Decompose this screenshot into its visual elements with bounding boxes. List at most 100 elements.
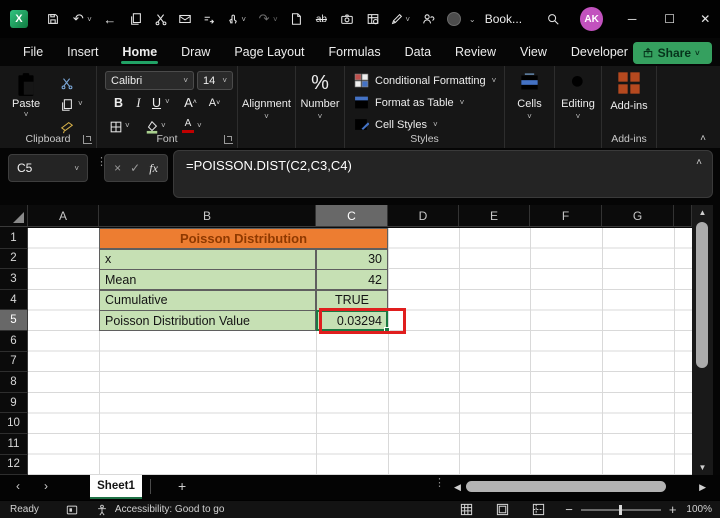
accessibility-icon[interactable]	[91, 502, 113, 517]
accessibility-status[interactable]: Accessibility: Good to go	[115, 504, 225, 515]
back-arrow-icon[interactable]: ←	[101, 10, 119, 28]
scroll-right-icon[interactable]: ▶	[699, 482, 706, 493]
column-header-d[interactable]: D	[388, 205, 459, 226]
tab-draw[interactable]: Draw	[170, 40, 221, 65]
table-properties-icon[interactable]	[364, 10, 382, 28]
horizontal-scrollbar-thumb[interactable]	[466, 481, 666, 492]
column-header-c[interactable]: C	[316, 205, 388, 226]
borders-dropdown-icon[interactable]: ˅	[125, 121, 130, 130]
cell-b3-label[interactable]: Mean	[99, 269, 316, 291]
collapse-ribbon-icon[interactable]: ˄	[700, 133, 706, 144]
normal-view-icon[interactable]	[455, 502, 477, 517]
column-header-e[interactable]: E	[459, 205, 530, 226]
cut-icon[interactable]	[58, 74, 76, 92]
tab-home[interactable]: Home	[111, 40, 168, 65]
row-header-2[interactable]: 2	[0, 248, 28, 270]
touch-mode-icon[interactable]	[224, 10, 242, 28]
group-cells[interactable]: Cells ˅	[505, 66, 555, 148]
copy-icon[interactable]	[127, 10, 145, 28]
people-permissions-icon[interactable]	[419, 10, 437, 28]
horizontal-scrollbar[interactable]: ◀ ▶	[452, 479, 708, 495]
share-button[interactable]: Share ˅	[632, 42, 712, 64]
enter-formula-icon[interactable]: ✓	[130, 161, 140, 175]
name-box[interactable]: C5 ˅	[8, 154, 88, 182]
row-header-10[interactable]: 10	[0, 413, 28, 434]
row-header-8[interactable]: 8	[0, 372, 28, 393]
zoom-in-button[interactable]: +	[669, 502, 677, 517]
font-dialog-launcher-icon[interactable]	[224, 135, 233, 144]
find-replace-icon[interactable]	[200, 10, 218, 28]
email-icon[interactable]	[176, 10, 194, 28]
row-header-3[interactable]: 3	[0, 269, 28, 290]
copy-dropdown-icon[interactable]: ˅	[78, 99, 83, 108]
underline-dropdown-icon[interactable]: ˅	[165, 97, 170, 106]
undo-icon[interactable]: ↶	[69, 10, 87, 28]
insert-function-icon[interactable]: fx	[149, 161, 158, 176]
group-alignment[interactable]: Alignment ˅	[238, 66, 296, 148]
fill-color-dropdown-icon[interactable]: ˅	[161, 121, 166, 130]
tab-page-layout[interactable]: Page Layout	[223, 40, 315, 65]
page-layout-view-icon[interactable]	[491, 502, 513, 517]
cell-b4-label[interactable]: Cumulative	[99, 289, 316, 311]
copy-icon[interactable]	[58, 96, 76, 114]
cancel-formula-icon[interactable]: ×	[114, 161, 121, 175]
tab-insert[interactable]: Insert	[56, 40, 109, 65]
redo-icon[interactable]: ↷	[255, 10, 273, 28]
redo-dropdown-icon[interactable]: ˅	[273, 15, 281, 24]
add-sheet-button[interactable]: +	[178, 478, 186, 494]
camera-icon[interactable]	[338, 10, 356, 28]
sheet-tab-sheet1[interactable]: Sheet1	[90, 475, 142, 499]
row-header-11[interactable]: 11	[0, 433, 28, 455]
touch-mode-dropdown-icon[interactable]: ˅	[241, 15, 249, 24]
group-number[interactable]: % Number ˅	[296, 66, 345, 148]
excel-logo-icon[interactable]: X	[10, 10, 28, 28]
search-icon[interactable]	[544, 10, 562, 28]
zoom-level[interactable]: 100%	[686, 504, 712, 515]
scroll-up-icon[interactable]: ▲	[692, 208, 713, 217]
vertical-scrollbar-thumb[interactable]	[696, 222, 708, 368]
tab-view[interactable]: View	[509, 40, 558, 65]
italic-button[interactable]: I	[129, 94, 148, 112]
zoom-out-button[interactable]: −	[565, 502, 573, 517]
row-header-1[interactable]: 1	[0, 228, 28, 249]
sheetbar-grip-icon[interactable]: ⋮	[434, 478, 445, 489]
shrink-font-button[interactable]: A ˅	[205, 94, 224, 112]
formula-bar[interactable]: =POISSON.DIST(C2,C3,C4) ˄	[173, 150, 713, 198]
column-header-a[interactable]: A	[28, 205, 99, 226]
new-file-icon[interactable]	[287, 10, 305, 28]
paste-button[interactable]: Paste ˅	[12, 72, 40, 119]
undo-dropdown-icon[interactable]: ˅	[87, 15, 95, 24]
tab-review[interactable]: Review	[444, 40, 507, 65]
draft-pen-icon[interactable]	[388, 10, 406, 28]
bold-button[interactable]: B	[109, 94, 128, 112]
cell-b2-label[interactable]: x	[99, 248, 316, 270]
zoom-slider[interactable]	[580, 504, 661, 515]
cell-b1-table-title[interactable]: Poisson Distribution	[99, 228, 388, 249]
save-icon[interactable]	[44, 10, 62, 28]
cut-icon[interactable]	[152, 10, 170, 28]
font-name-select[interactable]: Calibri ˅	[105, 71, 194, 90]
tab-formulas[interactable]: Formulas	[318, 40, 392, 65]
column-header-b[interactable]: B	[99, 205, 316, 226]
row-header-5[interactable]: 5	[0, 310, 28, 331]
tab-data[interactable]: Data	[394, 40, 442, 65]
vertical-scrollbar[interactable]: ▲ ▼	[692, 205, 713, 475]
select-all-corner[interactable]	[0, 205, 28, 226]
format-as-table-button[interactable]: Format as Table ˅	[345, 92, 464, 113]
row-header-7[interactable]: 7	[0, 351, 28, 373]
tab-developer[interactable]: Developer	[560, 40, 639, 65]
scroll-left-icon[interactable]: ◀	[454, 482, 461, 493]
scroll-down-icon[interactable]: ▼	[692, 463, 713, 472]
qat-overflow-icon[interactable]: ⌄	[469, 15, 477, 24]
cell-c3-value[interactable]: 42	[316, 269, 388, 291]
cell-c2-value[interactable]: 30	[316, 248, 388, 270]
row-header-6[interactable]: 6	[0, 330, 28, 352]
column-header-f[interactable]: F	[530, 205, 602, 226]
next-sheet-icon[interactable]: ›	[44, 479, 48, 493]
prev-sheet-icon[interactable]: ‹	[16, 479, 20, 493]
column-header-g[interactable]: G	[602, 205, 674, 226]
font-color-dropdown-icon[interactable]: ˅	[197, 121, 202, 130]
minimize-button[interactable]: ─	[617, 0, 647, 38]
zoom-slider-thumb[interactable]	[618, 504, 622, 515]
strikethrough-icon[interactable]: ab	[313, 10, 331, 28]
